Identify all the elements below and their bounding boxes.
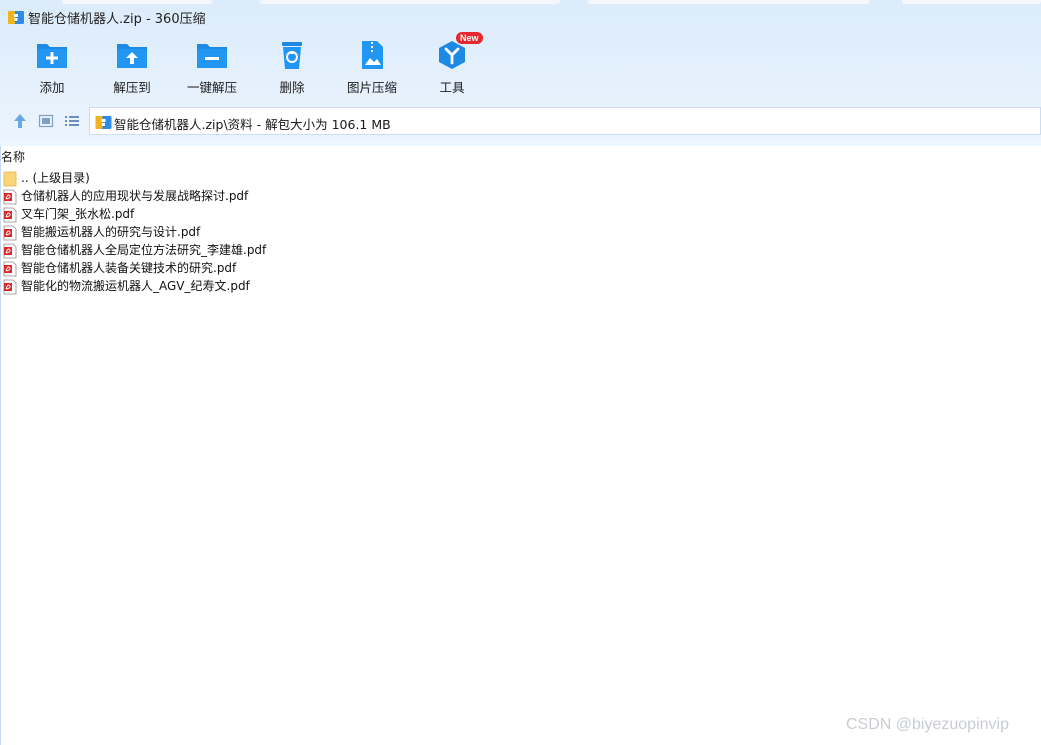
zip-file-icon <box>95 116 112 129</box>
column-header-name[interactable]: 名称 <box>1 148 25 165</box>
pdf-file-icon <box>3 207 17 223</box>
tools-hex-icon <box>439 41 465 69</box>
pdf-file-icon <box>3 279 17 295</box>
extract-to-button[interactable]: 解压到 <box>96 38 168 98</box>
tools-label: 工具 <box>439 80 465 95</box>
add-button[interactable]: 添加 <box>16 38 88 98</box>
new-badge: New <box>456 32 483 44</box>
window-title: 智能仓储机器人.zip - 360压缩 <box>28 12 206 27</box>
pdf-file-icon <box>3 225 17 241</box>
zip-app-icon <box>8 11 24 24</box>
file-name: 智能搬运机器人的研究与设计.pdf <box>21 225 201 239</box>
one-click-extract-button[interactable]: 一键解压 <box>176 38 248 98</box>
pdf-file-icon <box>3 261 17 277</box>
list-view-icon[interactable] <box>64 113 80 129</box>
extract-to-icon <box>117 44 147 68</box>
one-click-extract-icon <box>197 44 227 68</box>
up-arrow-icon[interactable] <box>12 113 28 129</box>
folder-icon <box>3 171 17 187</box>
image-compress-icon <box>362 41 383 69</box>
extract-to-label: 解压到 <box>113 80 151 95</box>
address-path: 智能仓储机器人.zip\资料 - 解包大小为 106.1 MB <box>114 117 391 132</box>
address-bar[interactable]: 智能仓储机器人.zip\资料 - 解包大小为 106.1 MB <box>89 107 1041 135</box>
one-click-extract-label: 一键解压 <box>186 80 237 95</box>
app-header: 智能仓储机器人.zip - 360压缩 添加 解压到 一键解压 删除 图片压缩 … <box>0 0 1041 146</box>
thumbnail-view-icon[interactable] <box>38 113 54 129</box>
file-name: .. (上级目录) <box>21 171 90 185</box>
trash-icon <box>282 42 302 69</box>
file-name: 智能化的物流搬运机器人_AGV_纪寿文.pdf <box>21 279 250 293</box>
file-name: 智能仓储机器人全局定位方法研究_李建雄.pdf <box>21 243 267 257</box>
pane-border <box>0 146 1 745</box>
tools-button[interactable]: New 工具 <box>416 32 488 98</box>
image-compress-label: 图片压缩 <box>346 80 397 95</box>
file-name: 仓储机器人的应用现状与发展战略探讨.pdf <box>21 189 249 203</box>
csdn-watermark: CSDN @biyezuopinvip <box>846 716 1009 733</box>
pdf-file-icon <box>3 189 17 205</box>
delete-label: 删除 <box>279 80 305 95</box>
delete-button[interactable]: 删除 <box>256 38 328 98</box>
add-folder-icon <box>37 44 67 68</box>
pdf-file-icon <box>3 243 17 259</box>
file-name: 智能仓储机器人装备关键技术的研究.pdf <box>21 261 237 275</box>
file-name: 叉车门架_张水松.pdf <box>21 207 135 221</box>
add-label: 添加 <box>39 80 65 95</box>
title-bar: 智能仓储机器人.zip - 360压缩 <box>0 0 1041 32</box>
image-compress-button[interactable]: 图片压缩 <box>336 38 408 98</box>
